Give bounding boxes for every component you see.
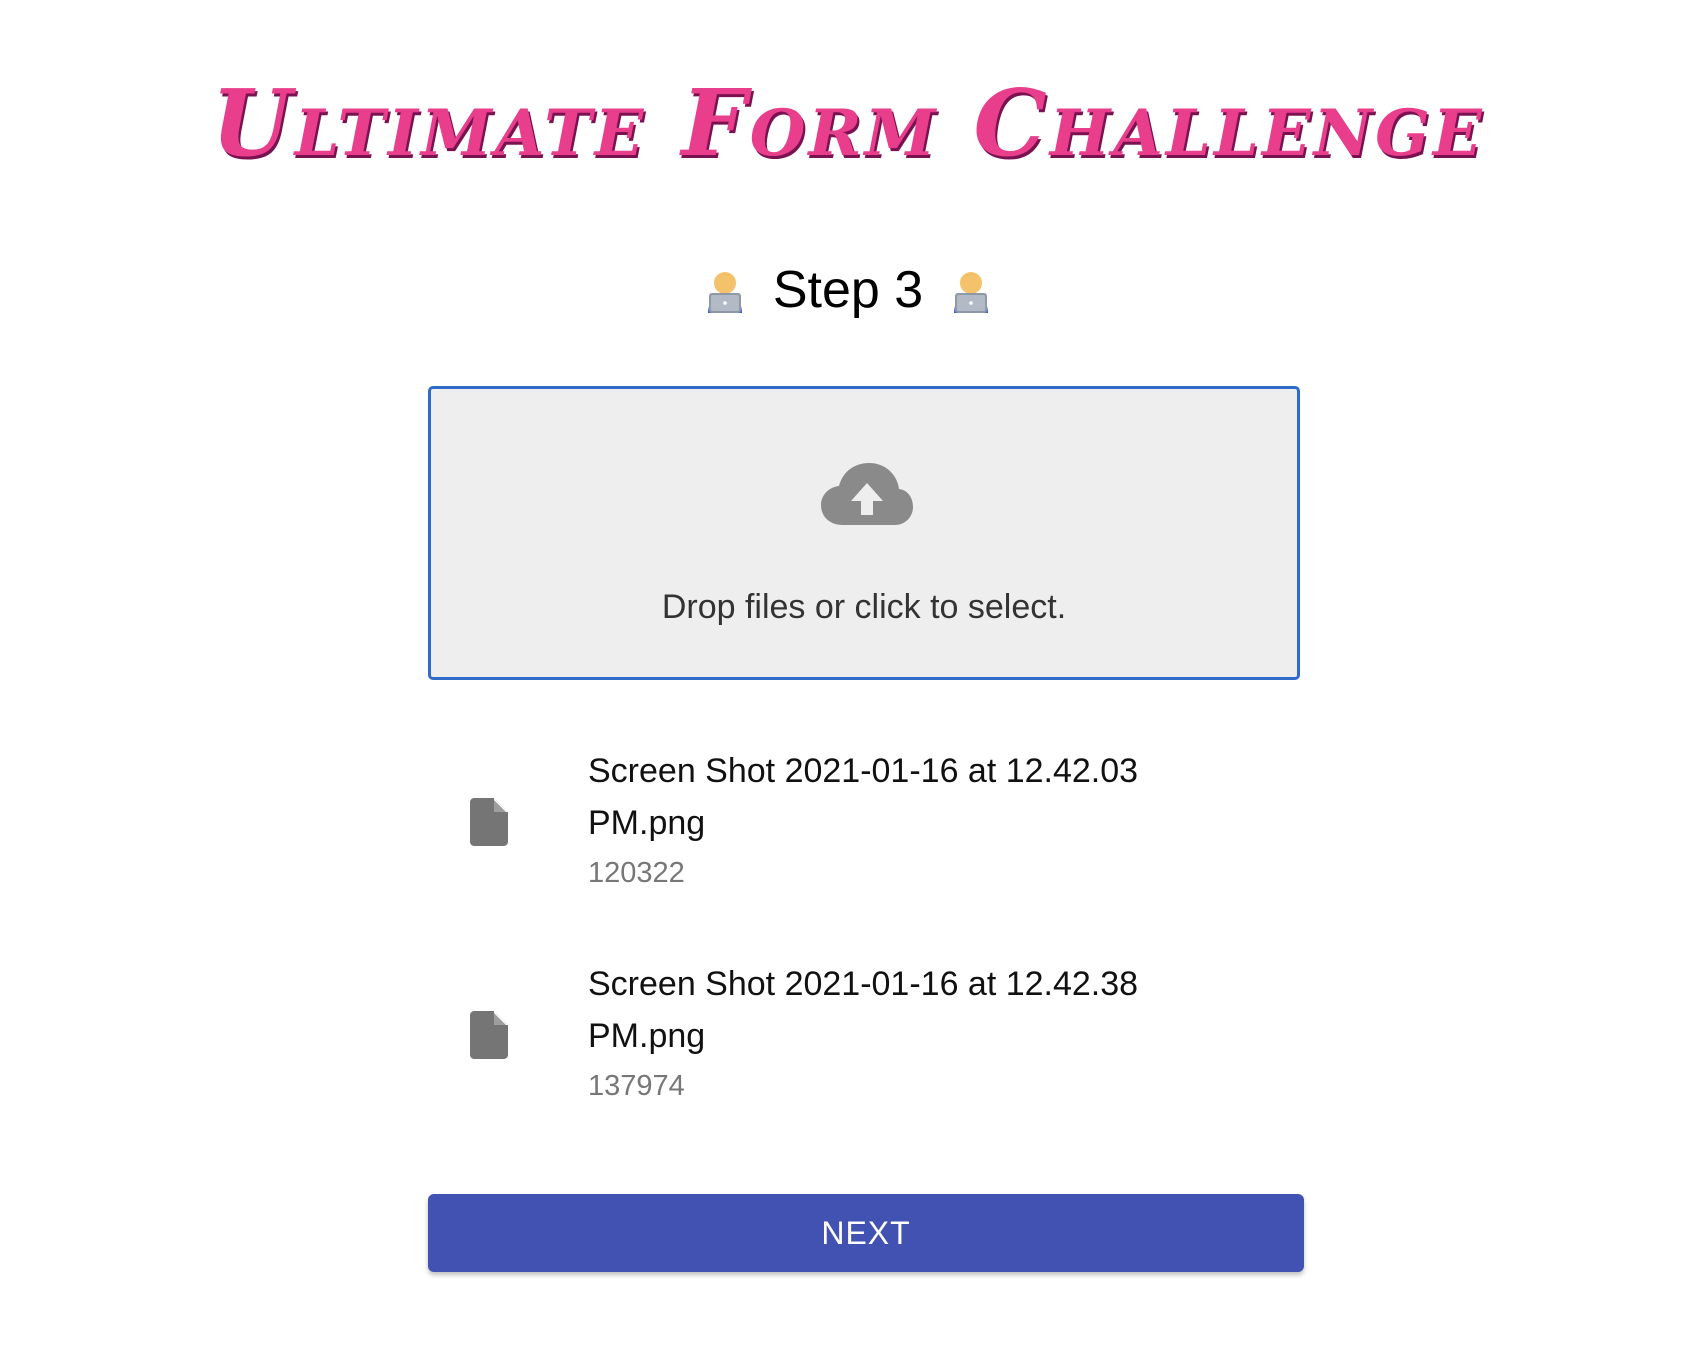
file-dropzone[interactable]: Drop files or click to select. (428, 386, 1300, 680)
file-name-line1: Screen Shot 2021-01-16 at 12.42.38 (588, 965, 1139, 1003)
file-name: Screen Shot 2021-01-16 at 12.42.38 PM.pn… (588, 958, 1208, 1062)
file-list-item: Screen Shot 2021-01-16 at 12.42.03 PM.pn… (428, 745, 1300, 915)
dropzone-hint: Drop files or click to select. (661, 588, 1067, 626)
file-size: 137974 (588, 1070, 685, 1102)
file-name-line2: PM.png (588, 1017, 706, 1055)
page-title: Ultimate Form Challenge (211, 69, 1485, 177)
file-size: 120322 (588, 857, 685, 889)
file-list-item: Screen Shot 2021-01-16 at 12.42.38 PM.pn… (428, 958, 1300, 1128)
page: Ultimate Form Challenge Step 3 Drop file… (0, 0, 1696, 1362)
file-name-line1: Screen Shot 2021-01-16 at 12.42.03 (588, 752, 1139, 790)
next-button[interactable]: NEXT (428, 1194, 1304, 1272)
step-heading: Step 3 (0, 254, 1696, 326)
file-name: Screen Shot 2021-01-16 at 12.42.03 PM.pn… (588, 745, 1208, 849)
woman-technologist-icon (953, 272, 988, 314)
file-icon (470, 1011, 508, 1059)
file-icon (470, 798, 508, 846)
woman-technologist-icon (708, 272, 743, 314)
step-label: Step 3 (772, 261, 924, 319)
file-name-line2: PM.png (588, 804, 706, 842)
cloud-upload-icon (821, 463, 913, 525)
